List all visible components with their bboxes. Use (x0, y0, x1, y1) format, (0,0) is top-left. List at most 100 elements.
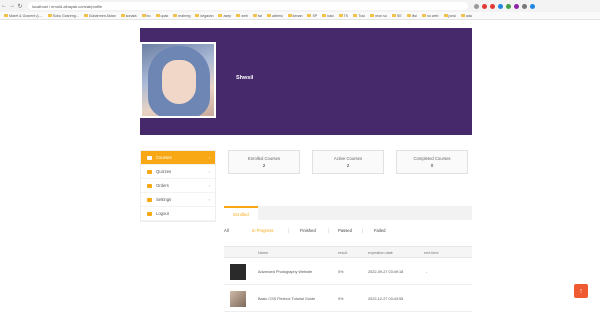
extension-icons (474, 3, 535, 9)
bookmark-item[interactable]: ada (460, 14, 472, 18)
bookmark-label: Maret & Gosrent (L... (9, 13, 43, 18)
extension-icon[interactable] (490, 3, 495, 9)
orders-icon (147, 183, 152, 188)
bookmark-label: iwi (257, 13, 263, 18)
chevron-right-icon: › (208, 197, 210, 202)
folder-icon (460, 14, 465, 17)
bookmark-item[interactable]: mon su (370, 14, 387, 18)
bookmark-item[interactable]: sonata (120, 13, 137, 18)
folder-icon (353, 14, 358, 17)
folder-icon (4, 14, 8, 17)
folder-icon (406, 14, 411, 17)
bookmark-label: nu web (426, 13, 439, 18)
avatar-face (162, 60, 196, 104)
bookmark-label: Tulu (358, 13, 366, 18)
extension-icon[interactable] (482, 3, 487, 9)
course-end-time: - (426, 270, 428, 274)
bookmarks-bar: Maret & Gosrent (L... Subu Gosreng... Guba… (0, 12, 600, 20)
menu-item-quizzes[interactable]: Quizzes › (141, 165, 215, 179)
course-thumbnail (230, 291, 246, 307)
bookmark-item[interactable]: SP (307, 14, 317, 18)
address-bar[interactable]: localhost / ernold.alhayak.com/at/profil… (28, 2, 468, 10)
bookmark-item[interactable]: asep (218, 14, 231, 18)
menu-item-orders[interactable]: Orders › (141, 179, 215, 193)
stat-label: Active Courses (333, 156, 363, 161)
bookmark-label: Gubarmen Aktan (88, 13, 116, 18)
column-header-name: Name (258, 251, 269, 255)
bookmark-item[interactable]: jonsi (443, 14, 456, 18)
extension-icon[interactable] (514, 3, 519, 9)
extension-icon[interactable] (506, 3, 511, 9)
filter-finished[interactable]: Finished (300, 228, 316, 233)
filter-all[interactable]: All (224, 228, 229, 233)
settings-icon (147, 197, 152, 202)
table-row[interactable]: Advanced Photography Website 0% 2022-09-… (224, 259, 472, 285)
profile-icon[interactable] (530, 3, 535, 9)
bookmark-label: sonata (125, 13, 137, 18)
logout-icon (147, 211, 152, 216)
folder-icon (391, 14, 396, 17)
bookmark-label: mon su (375, 13, 387, 18)
menu-item-courses[interactable]: Courses › (141, 151, 215, 165)
scroll-to-top-button[interactable]: ↑ (574, 284, 588, 298)
column-header-end-time: end time (424, 251, 439, 255)
back-icon[interactable]: ← (0, 2, 8, 10)
folder-icon (141, 14, 146, 17)
bookmark-item[interactable]: Gubarmen Aktan (83, 13, 116, 18)
folder-icon (236, 14, 241, 17)
forward-icon[interactable]: → (8, 2, 16, 10)
bookmark-item[interactable]: nu web (421, 13, 439, 18)
bookmark-item[interactable]: Tulu (353, 14, 365, 18)
bookmark-item[interactable]: upak (155, 14, 168, 18)
bookmark-item[interactable]: TK (338, 14, 348, 18)
folder-icon (443, 14, 448, 17)
stat-label: Enrolled Courses (247, 156, 281, 161)
bookmark-label: adhesi (272, 13, 283, 18)
bookmark-item[interactable]: SE (391, 14, 402, 18)
folder-icon (83, 14, 88, 17)
bookmark-item[interactable]: bu (141, 14, 151, 18)
course-expiration: 2022-09-27 03:49:18 (368, 270, 404, 274)
bookmark-label: asep (223, 13, 232, 18)
bookmark-label: kegaran (200, 13, 214, 18)
folder-icon (120, 14, 125, 17)
bookmark-item[interactable]: Subu Gosreng... (47, 14, 79, 18)
menu-item-label: Logout (156, 211, 169, 216)
bookmark-label: web (241, 13, 248, 18)
bookmark-item[interactable]: kasi (322, 14, 334, 18)
bookmark-item[interactable]: adhesi (267, 14, 283, 18)
tab-enrolled[interactable]: Enrolled (224, 206, 258, 220)
bookmark-label: Ilwi (411, 13, 417, 18)
extension-icon[interactable] (522, 3, 527, 9)
course-filters: All In Progress | Finished | Passed | Fa… (224, 228, 472, 236)
course-thumbnail (230, 264, 246, 280)
course-name[interactable]: Advanced Photography Website (258, 270, 312, 274)
bookmark-item[interactable]: web (236, 14, 248, 18)
chevron-right-icon: › (208, 155, 210, 160)
bookmark-item[interactable]: mahreg (173, 14, 190, 18)
folder-icon (338, 14, 343, 17)
bookmark-item[interactable]: iwi (252, 13, 263, 18)
folder-icon (173, 14, 178, 17)
stat-enrolled-courses: Enrolled Courses 2 (228, 150, 300, 174)
extension-icon[interactable] (474, 3, 479, 9)
bookmark-item[interactable]: kegaran (195, 14, 213, 18)
chevron-right-icon: › (208, 169, 210, 174)
filter-passed[interactable]: Passed (338, 228, 352, 233)
filter-failed[interactable]: Failed (374, 228, 385, 233)
menu-item-settings[interactable]: Settings › (141, 193, 215, 207)
extension-icon[interactable] (498, 3, 503, 9)
folder-icon (218, 14, 223, 17)
filter-separator: | (328, 228, 330, 233)
reload-icon[interactable]: ↻ (16, 2, 24, 10)
bookmark-item[interactable]: Maret & Gosrent (L... (4, 14, 43, 18)
filter-in-progress[interactable]: In Progress (252, 228, 273, 233)
bookmark-item[interactable]: Ilwi (406, 13, 417, 18)
table-row[interactable]: Basic CSS Flexbox Tutorial Guide 0% 2022… (224, 286, 472, 312)
url-text: localhost / ernold.alhayak.com/at/profil… (32, 3, 103, 9)
filter-separator: | (288, 228, 290, 233)
menu-item-logout[interactable]: Logout (141, 207, 215, 221)
course-name[interactable]: Basic CSS Flexbox Tutorial Guide (258, 297, 315, 301)
bookmark-item[interactable]: kenan (287, 14, 302, 18)
arrow-up-icon: ↑ (579, 287, 583, 295)
